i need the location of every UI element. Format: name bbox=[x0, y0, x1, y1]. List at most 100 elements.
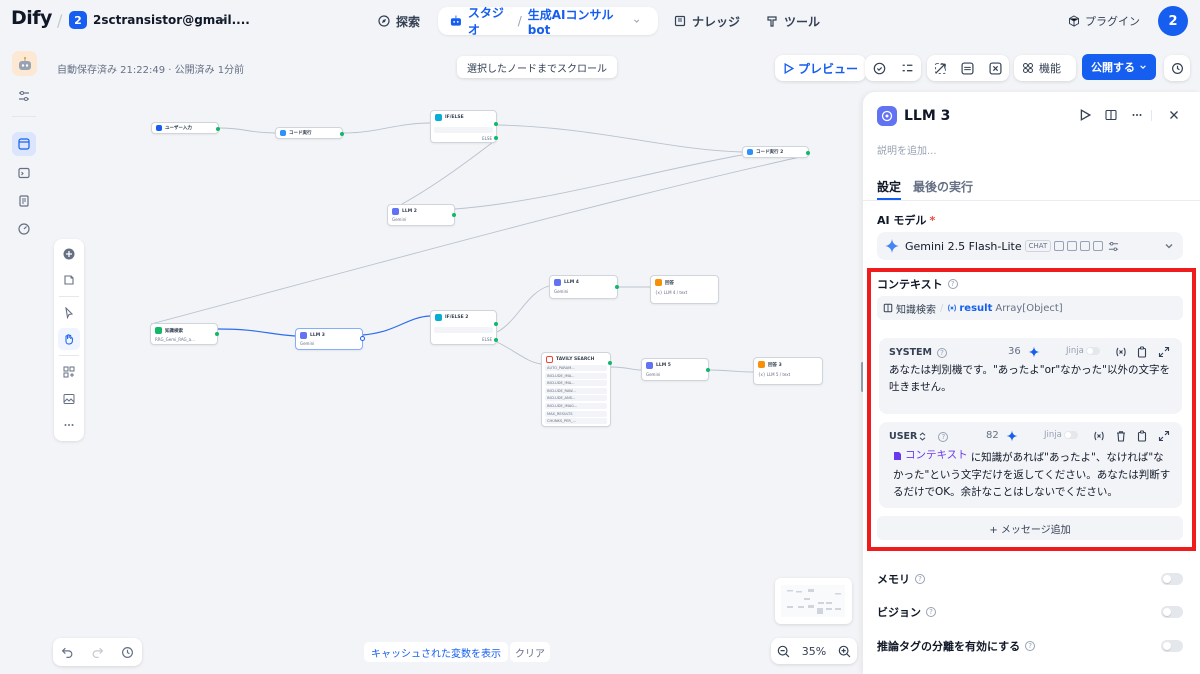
add-message-button[interactable]: + メッセージ追加 bbox=[877, 516, 1183, 540]
variable-icon[interactable] bbox=[989, 61, 1002, 75]
system-prompt-box[interactable]: SYSTEM? 36 Jinja あなたは判別機です。"あったよ"or"なかった… bbox=[879, 338, 1182, 414]
node-ifelse-2[interactable]: IF/ELSE 2 ELSE bbox=[430, 310, 498, 345]
checklist-icon[interactable] bbox=[873, 62, 886, 75]
preview-button[interactable]: プレビュー bbox=[775, 55, 867, 81]
jinja-toggle[interactable]: Jinja bbox=[1044, 430, 1078, 440]
node-handle[interactable] bbox=[340, 132, 344, 136]
prompt-role-selector[interactable]: USER? bbox=[889, 431, 949, 442]
node-llm-4[interactable]: LLM 4 Gemini bbox=[549, 275, 619, 299]
node-handle[interactable] bbox=[494, 136, 498, 140]
undo-icon[interactable] bbox=[61, 646, 74, 659]
node-answer-1[interactable]: 回答 {x} LLM 4 / text bbox=[650, 275, 719, 304]
node-handle[interactable] bbox=[452, 213, 456, 217]
minimap[interactable] bbox=[775, 578, 852, 624]
insert-variable-icon[interactable] bbox=[1093, 430, 1105, 442]
image-export-icon[interactable] bbox=[58, 388, 80, 410]
params-icon[interactable] bbox=[1108, 241, 1119, 252]
memory-toggle[interactable] bbox=[1161, 573, 1183, 585]
expand-icon[interactable] bbox=[1158, 430, 1170, 442]
panel-title[interactable]: LLM 3 bbox=[904, 108, 950, 124]
context-chip[interactable]: コンテキスト bbox=[893, 447, 968, 464]
export-icon[interactable] bbox=[934, 62, 947, 75]
node-knowledge-retrieval[interactable]: 知識検索 RRG_Gemi_RAG_a... bbox=[150, 323, 219, 345]
node-handle[interactable] bbox=[494, 322, 498, 326]
jinja-toggle[interactable]: Jinja bbox=[1066, 346, 1100, 356]
help-icon[interactable]: ? bbox=[937, 347, 947, 358]
workflow-canvas[interactable]: 自動保存済み 21:22:49 · 公開済み 1分前 選択したノードまでスクロー… bbox=[47, 42, 863, 674]
node-handle[interactable] bbox=[615, 285, 619, 289]
features-button[interactable]: 機能 bbox=[1014, 55, 1076, 81]
help-icon[interactable]: ? bbox=[915, 574, 925, 584]
history-icon[interactable] bbox=[121, 646, 134, 659]
hand-icon[interactable] bbox=[58, 328, 80, 350]
add-note-icon[interactable] bbox=[58, 269, 80, 291]
system-prompt-text[interactable]: あなたは判別機です。"あったよ"or"なかった"以外の文字を吐きません。 bbox=[889, 362, 1174, 396]
node-ifelse-1[interactable]: IF/ELSE ELSE bbox=[430, 110, 498, 143]
node-handle[interactable] bbox=[215, 332, 219, 336]
zoom-in-icon[interactable] bbox=[838, 645, 851, 658]
env-icon[interactable] bbox=[961, 61, 974, 75]
sparkle-icon[interactable] bbox=[1006, 430, 1018, 442]
nav-knowledge[interactable]: ナレッジ bbox=[674, 7, 740, 35]
jinja-switch[interactable] bbox=[1085, 347, 1100, 355]
node-handle[interactable] bbox=[494, 338, 498, 342]
node-answer-3[interactable]: 回答 3 {x} LLM 5 / text bbox=[753, 357, 823, 385]
sparkle-icon[interactable] bbox=[1028, 346, 1040, 358]
redo-icon[interactable] bbox=[91, 646, 104, 659]
model-selector[interactable]: Gemini 2.5 Flash-Lite CHAT bbox=[877, 232, 1183, 260]
trash-icon[interactable] bbox=[1115, 430, 1127, 442]
copy-icon[interactable] bbox=[1136, 430, 1148, 442]
help-icon[interactable]: ? bbox=[926, 607, 936, 617]
node-handle[interactable] bbox=[360, 336, 365, 341]
jinja-switch[interactable] bbox=[1063, 431, 1078, 439]
nav-tools[interactable]: ツール bbox=[766, 7, 820, 35]
app-icon[interactable] bbox=[12, 51, 37, 76]
node-handle[interactable] bbox=[608, 361, 612, 365]
tab-settings[interactable]: 設定 bbox=[877, 178, 901, 195]
nav-explore[interactable]: 探索 bbox=[378, 7, 420, 35]
close-icon[interactable] bbox=[1168, 109, 1180, 121]
help-icon[interactable]: ? bbox=[938, 431, 949, 442]
node-llm-3[interactable]: LLM 3 Gemini bbox=[295, 328, 365, 350]
insert-variable-icon[interactable] bbox=[1115, 346, 1127, 358]
node-code-2[interactable]: コード実行 2 bbox=[742, 146, 810, 158]
more-icon[interactable] bbox=[58, 414, 80, 436]
node-handle[interactable] bbox=[494, 122, 498, 126]
add-node-icon[interactable] bbox=[58, 243, 80, 265]
node-handle[interactable] bbox=[216, 127, 220, 131]
chevron-down-icon[interactable] bbox=[1164, 241, 1174, 251]
dify-logo[interactable]: Dify bbox=[11, 7, 52, 29]
more-icon[interactable] bbox=[1131, 109, 1143, 121]
organize-icon[interactable] bbox=[58, 361, 80, 383]
help-icon[interactable]: ? bbox=[947, 279, 958, 289]
node-tavily-search[interactable]: TAVILY SEARCH AUTO_PARAM... INCLUDE_IMA..… bbox=[541, 352, 612, 427]
node-llm-5[interactable]: LLM 5 Gemini bbox=[641, 358, 710, 381]
show-cached-vars-button[interactable]: キャッシュされた変数を表示 bbox=[364, 642, 508, 662]
app-name[interactable]: 生成AIコンサルbot bbox=[528, 6, 627, 37]
node-handle[interactable] bbox=[806, 151, 810, 155]
clear-button[interactable]: クリア bbox=[510, 642, 550, 662]
log-icon[interactable] bbox=[12, 189, 36, 213]
zoom-out-icon[interactable] bbox=[777, 645, 790, 658]
list-check-icon[interactable] bbox=[901, 62, 914, 75]
monitor-icon[interactable] bbox=[12, 217, 36, 241]
chevron-down-icon[interactable] bbox=[633, 17, 640, 25]
node-llm-2[interactable]: LLM 2 Gemini bbox=[387, 204, 456, 226]
tab-last-run[interactable]: 最後の実行 bbox=[913, 178, 973, 195]
node-start[interactable]: ユーザー入力 bbox=[151, 122, 220, 134]
publish-button[interactable]: 公開する bbox=[1082, 54, 1156, 80]
copy-icon[interactable] bbox=[1136, 346, 1148, 358]
pointer-icon[interactable] bbox=[58, 302, 80, 324]
nav-studio[interactable]: スタジオ / 生成AIコンサルbot bbox=[438, 6, 658, 37]
plugin-button[interactable]: プラグイン bbox=[1068, 13, 1140, 29]
version-history-button[interactable] bbox=[1164, 55, 1190, 81]
avatar[interactable]: 2 bbox=[1158, 6, 1188, 36]
workspace-badge[interactable]: 2 bbox=[69, 11, 87, 29]
help-icon[interactable]: ? bbox=[1025, 641, 1036, 651]
sliders-icon[interactable] bbox=[12, 84, 36, 108]
chevron-down-icon[interactable] bbox=[218, 14, 228, 24]
workflow-icon[interactable] bbox=[12, 132, 36, 156]
node-handle[interactable] bbox=[706, 368, 710, 372]
user-prompt-box[interactable]: USER? 82 Jinja コンテキスト に知識があれば"あったよ"、なければ"… bbox=[879, 422, 1182, 508]
expand-icon[interactable] bbox=[1158, 346, 1170, 358]
